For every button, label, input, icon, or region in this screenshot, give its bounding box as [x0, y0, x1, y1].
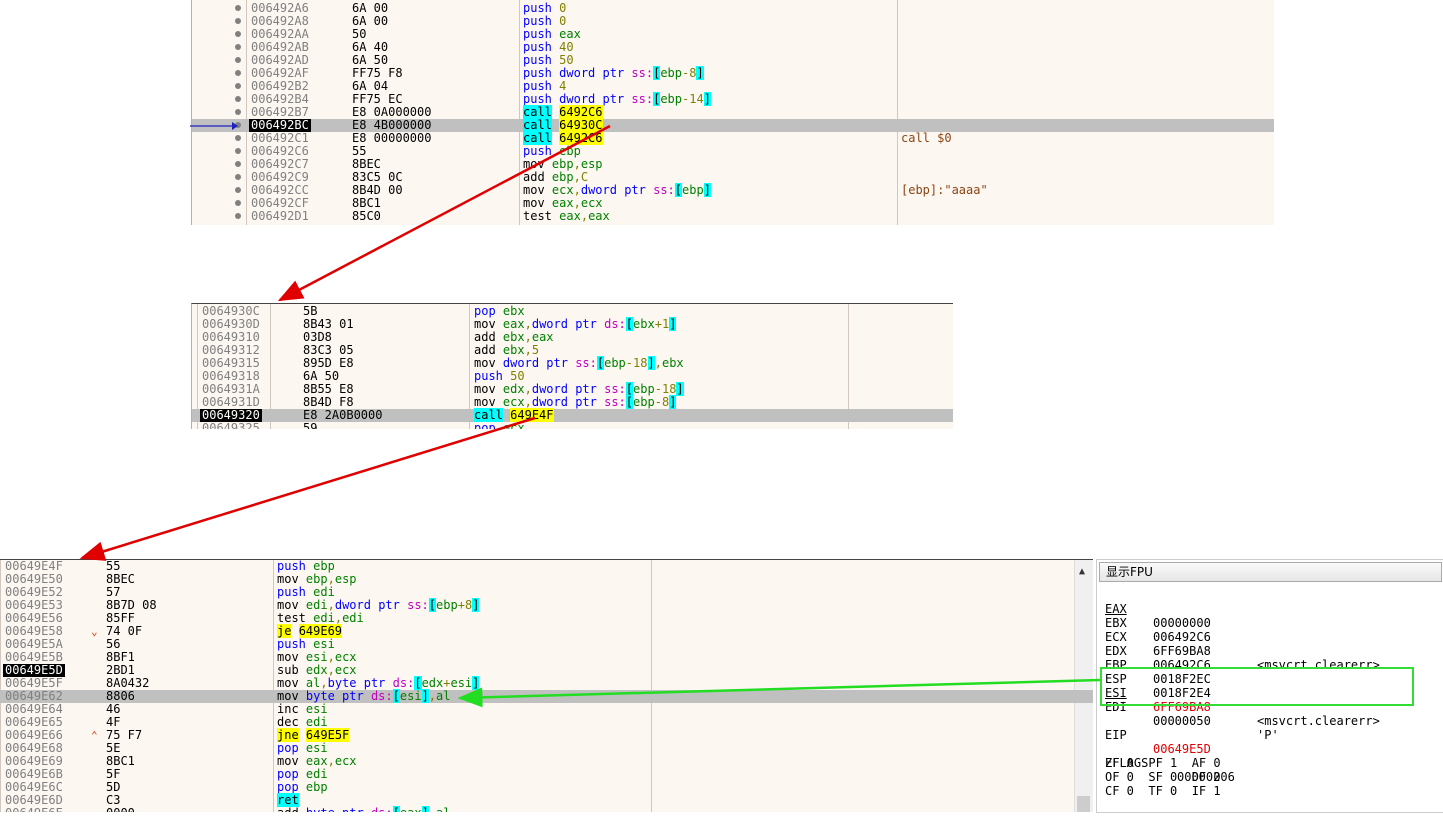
- annotation-arrows: [79, 122, 1101, 708]
- red-arrow-2: [79, 416, 536, 561]
- green-arrow: [457, 678, 1101, 708]
- red-arrow-1: [277, 124, 611, 302]
